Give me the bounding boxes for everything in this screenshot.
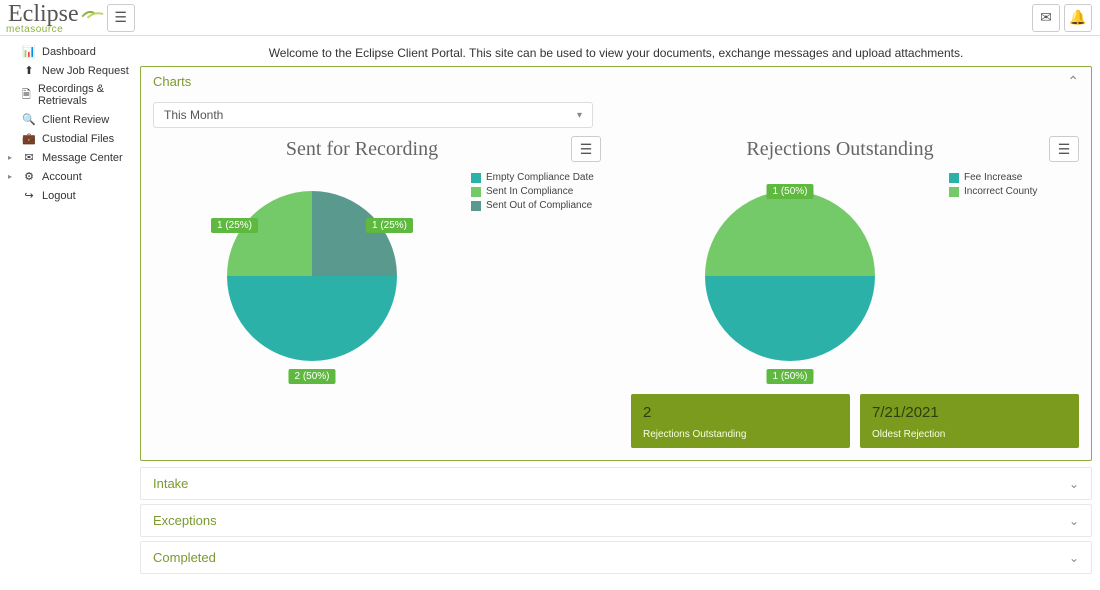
briefcase-icon: 💼 — [22, 132, 36, 145]
chart-menu-button[interactable]: ☰ — [571, 136, 601, 162]
stat-card-oldest-rejection: 7/21/2021 Oldest Rejection — [860, 394, 1079, 448]
hamburger-icon: ☰ — [114, 9, 127, 26]
sidebar-item-client-review[interactable]: 🔍 Client Review — [4, 110, 136, 129]
chart-legend: Empty Compliance Date Sent In Compliance… — [471, 166, 601, 214]
sidebar-item-account[interactable]: ▸ ⚙ Account — [4, 167, 136, 186]
chevron-up-icon: ⌃ — [1067, 73, 1079, 90]
stat-card-rejections-outstanding: 2 Rejections Outstanding — [631, 394, 850, 448]
legend-label: Fee Increase — [964, 172, 1022, 183]
legend-item: Sent In Compliance — [471, 186, 601, 197]
legend-label: Sent Out of Compliance — [486, 200, 592, 211]
accordion-title: Exceptions — [153, 513, 217, 528]
gear-icon: ⚙ — [22, 170, 36, 183]
slice-label: 1 (50%) — [766, 369, 813, 384]
accordion-completed[interactable]: Completed ⌄ — [140, 541, 1092, 574]
pie-chart: 1 (50%) 1 (50%) — [631, 166, 949, 386]
accordion-title: Intake — [153, 476, 188, 491]
sidebar-item-label: Message Center — [42, 152, 123, 164]
legend-item: Sent Out of Compliance — [471, 200, 601, 211]
chevron-down-icon: ▾ — [577, 110, 582, 121]
slice-label: 1 (50%) — [766, 184, 813, 199]
welcome-text: Welcome to the Eclipse Client Portal. Th… — [140, 36, 1092, 66]
logo: Eclipse metasource — [8, 1, 107, 35]
legend-swatch — [949, 187, 959, 197]
legend-swatch — [471, 201, 481, 211]
sidebar-item-label: Account — [42, 171, 82, 183]
chart-title: Sent for Recording — [153, 138, 571, 161]
sidebar-item-label: Custodial Files — [42, 133, 114, 145]
notifications-button[interactable]: 🔔 — [1064, 4, 1092, 32]
stat-label: Rejections Outstanding — [643, 429, 838, 440]
legend-label: Sent In Compliance — [486, 186, 573, 197]
chart-legend: Fee Increase Incorrect County — [949, 166, 1079, 200]
chart-menu-button[interactable]: ☰ — [1049, 136, 1079, 162]
charts-panel: Charts ⌃ This Month ▾ Sent for Recording — [140, 66, 1092, 461]
sidebar-item-new-job-request[interactable]: ⬆ New Job Request — [4, 61, 136, 80]
bell-icon: 🔔 — [1069, 9, 1086, 26]
upload-icon: ⬆ — [22, 64, 36, 77]
sidebar-item-custodial-files[interactable]: 💼 Custodial Files — [4, 129, 136, 148]
messages-button[interactable]: ✉ — [1032, 4, 1060, 32]
chevron-down-icon: ⌄ — [1069, 514, 1079, 528]
pie-svg — [227, 191, 397, 361]
logo-swoosh-icon — [81, 6, 107, 22]
bar-chart-icon: 📊 — [22, 45, 36, 58]
hamburger-toggle-button[interactable]: ☰ — [107, 4, 135, 32]
sidebar-item-dashboard[interactable]: 📊 Dashboard — [4, 42, 136, 61]
main-content: Welcome to the Eclipse Client Portal. Th… — [140, 36, 1100, 590]
stat-value: 2 — [643, 404, 838, 421]
slice-label: 2 (50%) — [288, 369, 335, 384]
legend-item: Incorrect County — [949, 186, 1079, 197]
pie-chart: 2 (50%) 1 (25%) 1 (25%) — [153, 166, 471, 386]
time-range-dropdown[interactable]: This Month ▾ — [153, 102, 593, 128]
hamburger-icon: ☰ — [580, 141, 593, 158]
topbar: Eclipse metasource ☰ ✉ 🔔 — [0, 0, 1100, 36]
sidebar-item-label: Dashboard — [42, 46, 96, 58]
sidebar-item-label: Client Review — [42, 114, 109, 126]
envelope-icon: ✉ — [22, 151, 36, 164]
document-icon: 🗎 — [21, 86, 32, 105]
chart-sent-for-recording: Sent for Recording ☰ — [153, 136, 601, 448]
legend-swatch — [471, 173, 481, 183]
logo-sub-text: metasource — [6, 24, 107, 35]
panel-title: Charts — [153, 74, 191, 89]
sidebar-item-label: Logout — [42, 190, 76, 202]
sidebar-item-label: New Job Request — [42, 65, 129, 77]
charts-panel-header[interactable]: Charts ⌃ — [141, 67, 1091, 96]
sidebar-item-label: Recordings & Retrievals — [38, 83, 132, 107]
sidebar-item-message-center[interactable]: ▸ ✉ Message Center — [4, 148, 136, 167]
logout-icon: ↪ — [22, 189, 36, 202]
slice-label: 1 (25%) — [366, 218, 413, 233]
legend-swatch — [471, 187, 481, 197]
chevron-down-icon: ⌄ — [1069, 477, 1079, 491]
sidebar-item-logout[interactable]: ↪ Logout — [4, 186, 136, 205]
legend-label: Incorrect County — [964, 186, 1037, 197]
chart-title: Rejections Outstanding — [631, 138, 1049, 161]
envelope-icon: ✉ — [1040, 9, 1052, 26]
dropdown-selected-label: This Month — [164, 108, 223, 122]
sidebar: 📊 Dashboard ⬆ New Job Request 🗎 Recordin… — [0, 36, 140, 590]
chevron-right-icon: ▸ — [8, 172, 14, 181]
legend-label: Empty Compliance Date — [486, 172, 594, 183]
chart-rejections-outstanding: Rejections Outstanding ☰ — [631, 136, 1079, 448]
sidebar-item-recordings[interactable]: 🗎 Recordings & Retrievals — [4, 80, 136, 110]
accordion-exceptions[interactable]: Exceptions ⌄ — [140, 504, 1092, 537]
chevron-right-icon: ▸ — [8, 153, 14, 162]
accordion-intake[interactable]: Intake ⌄ — [140, 467, 1092, 500]
stat-label: Oldest Rejection — [872, 429, 1067, 440]
stat-value: 7/21/2021 — [872, 404, 1067, 421]
chevron-down-icon: ⌄ — [1069, 551, 1079, 565]
legend-item: Empty Compliance Date — [471, 172, 601, 183]
legend-swatch — [949, 173, 959, 183]
accordion-title: Completed — [153, 550, 216, 565]
pie-svg — [705, 191, 875, 361]
search-icon: 🔍 — [22, 113, 36, 126]
legend-item: Fee Increase — [949, 172, 1079, 183]
hamburger-icon: ☰ — [1058, 141, 1071, 158]
slice-label: 1 (25%) — [211, 218, 258, 233]
